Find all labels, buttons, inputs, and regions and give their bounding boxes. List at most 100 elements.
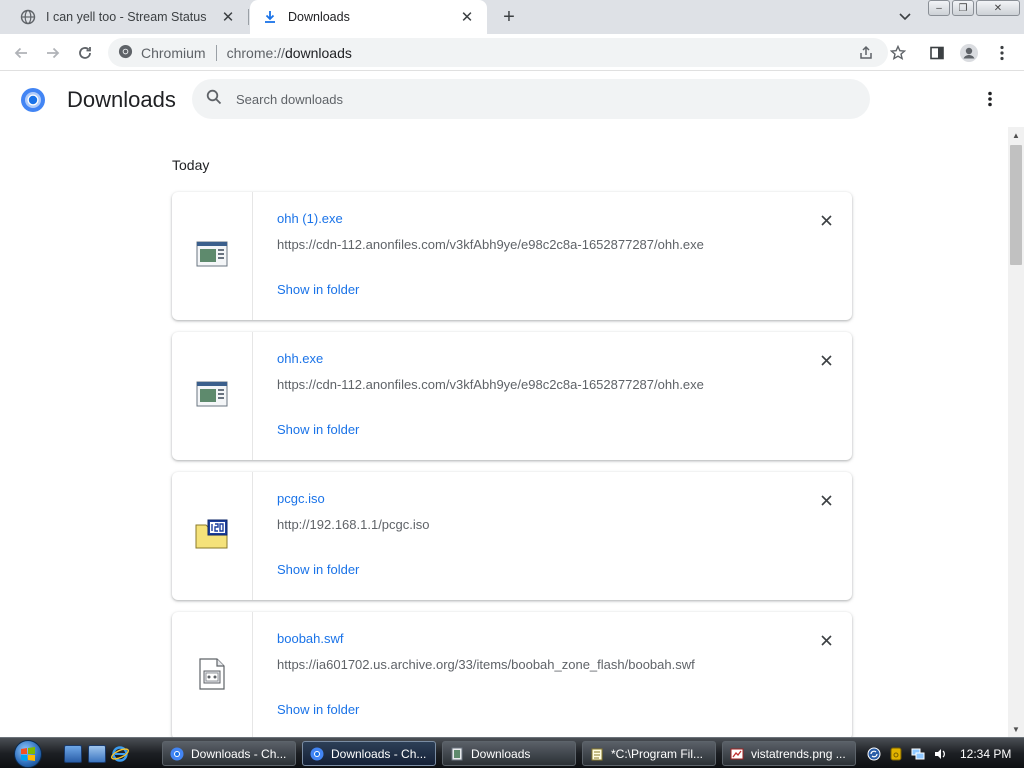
show-in-folder-link[interactable]: Show in folder <box>277 422 359 437</box>
taskbar-item-label: Downloads - Ch... <box>191 746 287 761</box>
bookmark-star-icon[interactable] <box>887 42 909 64</box>
forward-arrow-icon[interactable] <box>42 42 64 64</box>
taskbar-item-folder[interactable]: Downloads <box>442 741 576 766</box>
download-item: ohh (1).exe https://cdn-112.anonfiles.co… <box>172 192 852 320</box>
side-panel-icon[interactable] <box>926 42 948 64</box>
chromium-site-icon <box>118 44 133 62</box>
show-in-folder-link[interactable]: Show in folder <box>277 562 359 577</box>
scroll-up-arrow-icon[interactable]: ▲ <box>1008 129 1024 141</box>
clock[interactable]: 12:34 PM <box>960 747 1011 761</box>
windows-taskbar: Downloads - Ch... Downloads - Ch... Down… <box>0 737 1024 768</box>
taskbar-item-notepad[interactable]: *C:\Program Fil... <box>582 741 716 766</box>
page-title: Downloads <box>67 87 176 112</box>
tab-title: I can yell too - Stream Status <box>46 10 207 24</box>
download-item: boobah.swf https://ia601702.us.archive.o… <box>172 612 852 737</box>
url-host: downloads <box>284 44 352 61</box>
chromium-logo-icon <box>20 87 46 113</box>
back-arrow-icon[interactable] <box>10 42 32 64</box>
filename-link[interactable]: boobah.swf <box>277 631 344 646</box>
tab-strip: I can yell too - Stream Status ✕ Downloa… <box>0 0 1024 34</box>
taskbar-item-paint[interactable]: vistatrends.png ... <box>722 741 856 766</box>
paint-icon <box>729 746 745 762</box>
scroll-down-arrow-icon[interactable]: ▼ <box>1008 723 1024 735</box>
minimize-button[interactable]: – <box>928 0 950 16</box>
address-bar[interactable]: Chromium chrome://downloads <box>108 38 888 67</box>
filename-link[interactable]: pcgc.iso <box>277 491 325 506</box>
taskbar-item-label: vistatrends.png ... <box>751 746 846 761</box>
sync-icon[interactable] <box>866 746 882 762</box>
exe-file-icon <box>196 241 228 272</box>
switch-windows-icon[interactable] <box>88 745 106 763</box>
downloads-header: Downloads <box>0 71 1024 127</box>
filename-link[interactable]: ohh.exe <box>277 351 323 366</box>
chromium-icon <box>309 746 325 762</box>
taskbar-item-label: Downloads <box>471 746 531 761</box>
window-close-button[interactable]: ✕ <box>976 0 1020 16</box>
close-icon[interactable]: ✕ <box>220 9 236 26</box>
browser-toolbar: Chromium chrome://downloads <box>0 34 1024 71</box>
search-input[interactable] <box>236 91 836 107</box>
reload-icon[interactable] <box>74 42 96 64</box>
taskbar-item-downloads-1[interactable]: Downloads - Ch... <box>162 741 296 766</box>
iso-file-icon <box>195 519 229 554</box>
show-in-folder-link[interactable]: Show in folder <box>277 282 359 297</box>
windows-logo-icon <box>14 739 42 768</box>
new-tab-button[interactable]: + <box>498 6 520 28</box>
browser-menu-icon[interactable] <box>991 42 1013 64</box>
omnibox-divider <box>215 44 217 61</box>
file-icon-column <box>172 612 253 737</box>
file-icon-column <box>172 332 253 460</box>
scroll-thumb[interactable] <box>1010 145 1022 265</box>
notepad-icon <box>589 746 605 762</box>
download-item: ohh.exe https://cdn-112.anonfiles.com/v3… <box>172 332 852 460</box>
profile-avatar-icon[interactable] <box>958 42 980 64</box>
globe-icon <box>20 9 36 25</box>
window-controls: – ❐ ✕ <box>928 0 1020 16</box>
download-item: pcgc.iso http://192.168.1.1/pcgc.iso Sho… <box>172 472 852 600</box>
tab-stream-status[interactable]: I can yell too - Stream Status ✕ <box>8 0 248 34</box>
start-button[interactable] <box>8 738 48 768</box>
search-icon <box>206 89 222 110</box>
show-desktop-icon[interactable] <box>64 745 82 763</box>
downloads-list: Today ohh (1).exe https://cdn-112.anonfi… <box>0 127 1008 737</box>
source-url[interactable]: https://cdn-112.anonfiles.com/v3kfAbh9ye… <box>277 237 704 252</box>
network-icon[interactable] <box>910 746 926 762</box>
remove-item-close-icon[interactable] <box>816 210 836 230</box>
remove-item-close-icon[interactable] <box>816 490 836 510</box>
tab-search-chevron-icon[interactable] <box>896 8 914 26</box>
source-url[interactable]: https://ia601702.us.archive.org/33/items… <box>277 657 695 672</box>
swf-file-icon <box>198 657 226 695</box>
file-icon-column <box>172 472 253 600</box>
tab-title: Downloads <box>288 10 350 24</box>
internet-explorer-icon[interactable] <box>111 745 129 763</box>
taskbar-item-label: Downloads - Ch... <box>331 746 427 761</box>
tab-downloads[interactable]: Downloads ✕ <box>250 0 487 34</box>
folder-icon <box>449 746 465 762</box>
restore-button[interactable]: ❐ <box>952 0 974 16</box>
more-actions-icon[interactable] <box>980 89 1000 109</box>
taskbar-item-label: *C:\Program Fil... <box>611 746 704 761</box>
source-url[interactable]: https://cdn-112.anonfiles.com/v3kfAbh9ye… <box>277 377 704 392</box>
search-bar[interactable] <box>192 79 870 119</box>
chromium-icon <box>169 746 185 762</box>
download-icon <box>262 9 278 25</box>
taskbar-item-downloads-2[interactable]: Downloads - Ch... <box>302 741 436 766</box>
security-icon[interactable] <box>888 746 904 762</box>
close-icon[interactable]: ✕ <box>459 9 475 26</box>
exe-file-icon <box>196 381 228 412</box>
volume-icon[interactable] <box>932 746 948 762</box>
date-section-label: Today <box>172 157 210 173</box>
share-icon[interactable] <box>855 42 877 64</box>
remove-item-close-icon[interactable] <box>816 630 836 650</box>
site-label: Chromium <box>141 44 206 61</box>
remove-item-close-icon[interactable] <box>816 350 836 370</box>
filename-link[interactable]: ohh (1).exe <box>277 211 343 226</box>
show-in-folder-link[interactable]: Show in folder <box>277 702 359 717</box>
system-tray: 12:34 PM <box>866 738 1024 768</box>
page-scrollbar[interactable]: ▲ ▼ <box>1008 127 1024 737</box>
file-icon-column <box>172 192 253 320</box>
url-text: chrome://downloads <box>227 45 352 61</box>
url-scheme: chrome:// <box>226 44 285 61</box>
tab-separator <box>248 9 249 25</box>
source-url[interactable]: http://192.168.1.1/pcgc.iso <box>277 517 430 532</box>
